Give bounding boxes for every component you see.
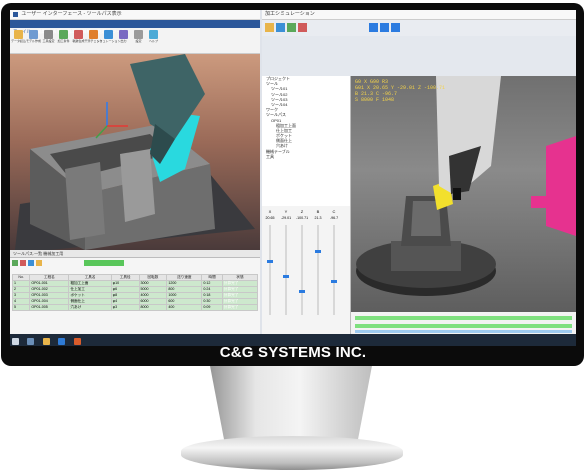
progress-bar [84, 260, 124, 266]
delete-icon[interactable] [20, 260, 26, 266]
workpiece-render [15, 54, 255, 250]
play-icon [104, 30, 113, 39]
app-logo-icon [13, 12, 18, 17]
right-window-title: 加工シミュレーション [265, 11, 315, 17]
left-status-bar: ツールパス.一覧 機械加工用 [10, 250, 260, 257]
path-icon [74, 30, 83, 39]
folder-icon [14, 30, 23, 39]
table-cell: 5 [11, 304, 31, 311]
panel-toolbar [10, 258, 260, 274]
axis-header: X [268, 209, 272, 214]
table-cell: 8000 [138, 304, 168, 311]
cube-icon [29, 30, 38, 39]
view-icon[interactable] [287, 23, 296, 32]
right-sim-app-window: 加工シミュレーション プロジェクト ツール ツール01 ツール02 ツール03 … [262, 10, 576, 346]
open-icon[interactable] [265, 23, 274, 32]
ribbon-button-tool[interactable]: 工具設定 [42, 30, 55, 51]
toolpath-table: No. 工程名 工具名 工具径 回転数 送り速度 時間 状態 1 OP01-001… [11, 274, 259, 311]
table-cell: φ3 [110, 304, 140, 311]
right-toolbar [262, 20, 576, 36]
forward-icon[interactable] [391, 23, 400, 32]
ribbon-tabs: ファイル編集表示加工解析測定ツール [10, 20, 260, 36]
save-icon[interactable] [276, 23, 285, 32]
help-icon [149, 30, 158, 39]
axis-header: Z [300, 209, 304, 214]
tree-item[interactable]: 工具 [262, 154, 350, 159]
ribbon-button-output[interactable]: 出力 [117, 30, 130, 51]
right-secondary-toolbar [262, 36, 576, 78]
left-cam-app-window: ユーザー インターフェース - ツールパス表示 ファイル編集表示加工解析測定ツー… [10, 10, 260, 346]
play-icon[interactable] [380, 23, 389, 32]
play-icon[interactable] [28, 260, 34, 266]
ribbon-button-settings[interactable]: 設定 [132, 30, 145, 51]
table-row[interactable]: 5 OP01-005 穴あけ φ3 8000 400 0:09 計算完了 [11, 304, 259, 311]
machine-render [356, 76, 576, 296]
axis-header: Y [284, 209, 288, 214]
file-explorer-icon[interactable] [42, 338, 50, 345]
add-icon[interactable] [12, 260, 18, 266]
warning-icon [89, 30, 98, 39]
folder-icon[interactable] [36, 260, 42, 266]
ribbon-button-simulate[interactable]: シミュレーション [97, 30, 120, 51]
ribbon-button-help[interactable]: ヘルプ [147, 30, 160, 51]
rewind-icon[interactable] [369, 23, 378, 32]
table-cell: 0:09 [201, 304, 223, 311]
nc-readout: G0 X G90 R3 G01 X 20.65 Y -29.01 Z -100.… [355, 79, 445, 103]
stop-icon[interactable] [298, 23, 307, 32]
table-cell: 400 [166, 304, 203, 311]
left-window-title: ユーザー インターフェース - ツールパス表示 [21, 11, 122, 17]
settings-icon [59, 30, 68, 39]
project-tree: プロジェクト ツール ツール01 ツール02 ツール03 ツール04 ワーク ツ… [262, 76, 351, 206]
monitor-stand-base [181, 436, 403, 470]
brand-logo: C&G SYSTEMS INC. [219, 344, 367, 361]
toolpath-list-panel: No. 工程名 工具名 工具径 回転数 送り速度 時間 状態 1 OP01-001… [10, 257, 260, 338]
scroll-slider[interactable] [355, 330, 572, 333]
readout-line: S 8000 F 1048 [355, 97, 395, 103]
app-icon[interactable] [73, 338, 81, 345]
timeline-bar[interactable] [355, 316, 572, 320]
status-badge: 計算完了 [221, 304, 259, 311]
monitor-screen: ユーザー インターフェース - ツールパス表示 ファイル編集表示加工解析測定ツー… [10, 10, 576, 346]
ribbon-button-condition[interactable]: 加工条件 [57, 30, 70, 51]
timeline-strip [351, 312, 576, 334]
ribbon-button-path[interactable]: 軌跡生成 [72, 30, 85, 51]
simulation-3d-viewport[interactable]: G0 X G90 R3 G01 X 20.65 Y -29.01 Z -100.… [351, 76, 576, 312]
axis-header-row: X Y Z B C [262, 209, 350, 214]
windows-start-icon[interactable] [12, 338, 19, 345]
timeline-bar[interactable] [355, 324, 572, 328]
table-cell: 穴あけ [68, 304, 112, 311]
table-cell: OP01-005 [29, 304, 70, 311]
browser-icon[interactable] [58, 338, 66, 345]
export-icon [119, 30, 128, 39]
axis-header: C [332, 209, 336, 214]
status-text: ツールパス.一覧 機械加工用 [13, 251, 64, 256]
ribbon-toolbar: データ読込 モデル作成 工具設定 加工条件 軌跡生成 干渉チェック シミュレーシ… [10, 28, 260, 54]
right-title-bar: 加工シミュレーション [262, 10, 576, 20]
taskbar [10, 334, 576, 346]
search-icon[interactable] [27, 338, 35, 345]
gear-icon [134, 30, 143, 39]
ribbon-button-model[interactable]: モデル作成 [26, 30, 41, 51]
left-title-bar: ユーザー インターフェース - ツールパス表示 [10, 10, 260, 20]
left-3d-viewport[interactable] [10, 54, 260, 250]
tool-icon [44, 30, 53, 39]
axis-position-panel: X Y Z B C 20.65 -29.01 -100.71 21.3 -96.… [262, 206, 351, 334]
axis-sliders[interactable] [262, 220, 350, 320]
ribbon-button-load[interactable]: データ読込 [11, 30, 26, 51]
monitor-stand-neck [210, 366, 372, 440]
axis-header: B [316, 209, 320, 214]
